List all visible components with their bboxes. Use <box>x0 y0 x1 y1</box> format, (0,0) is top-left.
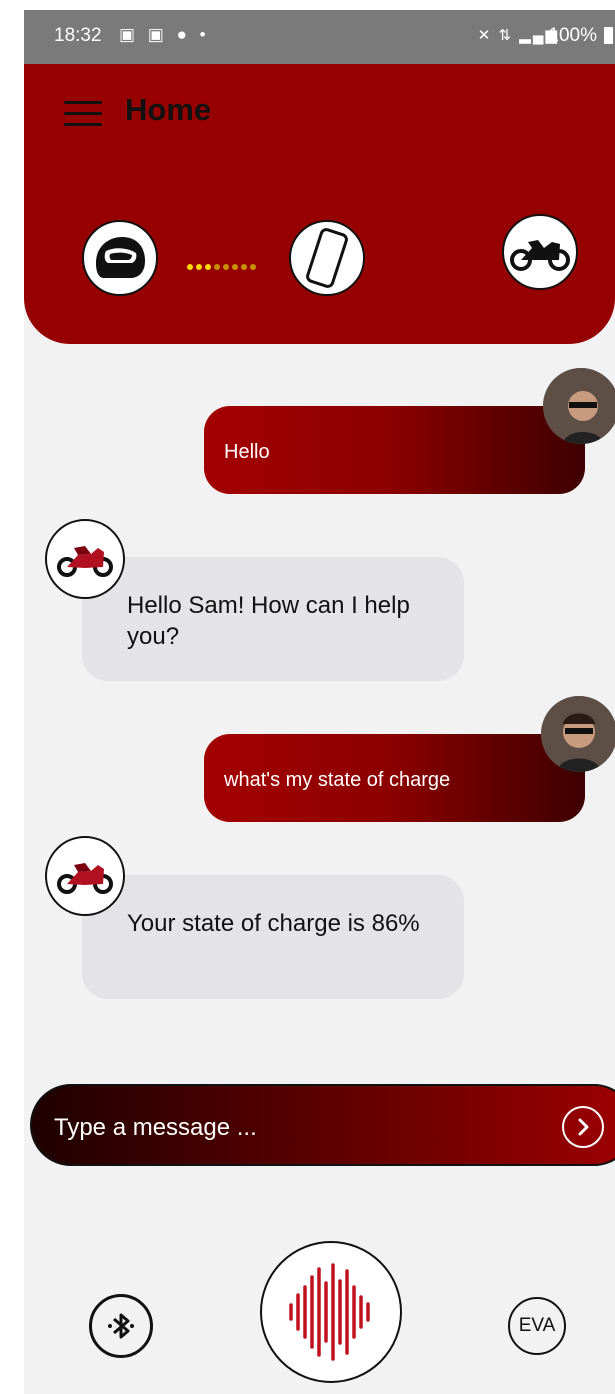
eva-button[interactable]: EVA <box>508 1297 566 1355</box>
bluetooth-button[interactable] <box>89 1294 153 1358</box>
send-button[interactable] <box>562 1106 604 1148</box>
message-bubble-bot: Hello Sam! How can I help you? <box>82 557 464 681</box>
message-input[interactable] <box>52 1113 526 1143</box>
progress-dot <box>250 264 256 270</box>
battery-icon <box>604 27 613 44</box>
progress-dot <box>187 264 193 270</box>
system-icons: ✕ ⇅ ▂▄▆ <box>478 26 559 44</box>
motorcycle-icon <box>57 863 113 894</box>
progress-dot <box>223 264 229 270</box>
status-bar: 18:32 ▣ ▣ ● • ✕ ⇅ ▂▄▆ 100% <box>24 10 615 64</box>
connection-progress-dots <box>187 257 259 270</box>
message-text: Hello Sam! How can I help you? <box>127 592 410 650</box>
user-avatar <box>541 696 615 772</box>
status-time: 18:32 <box>54 25 102 46</box>
progress-dot <box>241 264 247 270</box>
motorcycle-connection-button[interactable] <box>502 214 578 290</box>
message-text: what's my state of charge <box>224 769 451 791</box>
message-bubble-bot: Your state of charge is 86% <box>82 875 464 999</box>
dot-icon: • <box>199 25 210 44</box>
message-text: Your state of charge is 86% <box>127 910 420 937</box>
motorcycle-icon <box>510 240 570 271</box>
bottom-controls: EVA <box>24 1166 615 1394</box>
message-input-bar <box>30 1084 615 1166</box>
phone-connection-button[interactable] <box>289 220 365 296</box>
menu-icon[interactable] <box>64 101 102 127</box>
app-screen: 18:32 ▣ ▣ ● • ✕ ⇅ ▂▄▆ 100% Home Hello He… <box>24 10 615 1394</box>
battery-level: 100% <box>548 25 597 46</box>
progress-dot <box>196 264 202 270</box>
eva-label: EVA <box>518 1315 556 1336</box>
helmet-connection-button[interactable] <box>82 220 158 296</box>
user-avatar <box>543 368 615 444</box>
helmet-icon <box>96 237 145 278</box>
screen-frame: 18:32 ▣ ▣ ● • ✕ ⇅ ▂▄▆ 100% Home Hello He… <box>0 0 615 1394</box>
phone-icon <box>306 228 348 288</box>
chevron-right-icon <box>578 1118 589 1136</box>
screenshot-icon: ▣ <box>147 25 168 44</box>
progress-dot <box>232 264 238 270</box>
facebook-icon: ● <box>176 25 191 44</box>
voice-button[interactable] <box>260 1241 402 1383</box>
chat-area: Hello Hello Sam! How can I help you? wha… <box>24 344 615 1084</box>
screenshot-icon: ▣ <box>119 25 140 44</box>
bluetooth-icon <box>108 1313 134 1339</box>
message-bubble-user: Hello <box>204 406 585 494</box>
motorcycle-icon <box>57 546 113 577</box>
header: Home <box>24 64 615 344</box>
progress-dot <box>205 264 211 270</box>
progress-dot <box>214 264 220 270</box>
page-title: Home <box>125 92 212 127</box>
message-bubble-user: what's my state of charge <box>204 734 585 822</box>
bot-avatar <box>45 836 125 916</box>
voice-wave-icon <box>289 1263 370 1361</box>
notification-icons: ▣ ▣ ● • <box>119 25 210 45</box>
bot-avatar <box>45 519 125 599</box>
4g-icon: ⇅ <box>498 27 514 44</box>
mute-icon: ✕ <box>477 27 493 44</box>
message-text: Hello <box>224 441 270 463</box>
